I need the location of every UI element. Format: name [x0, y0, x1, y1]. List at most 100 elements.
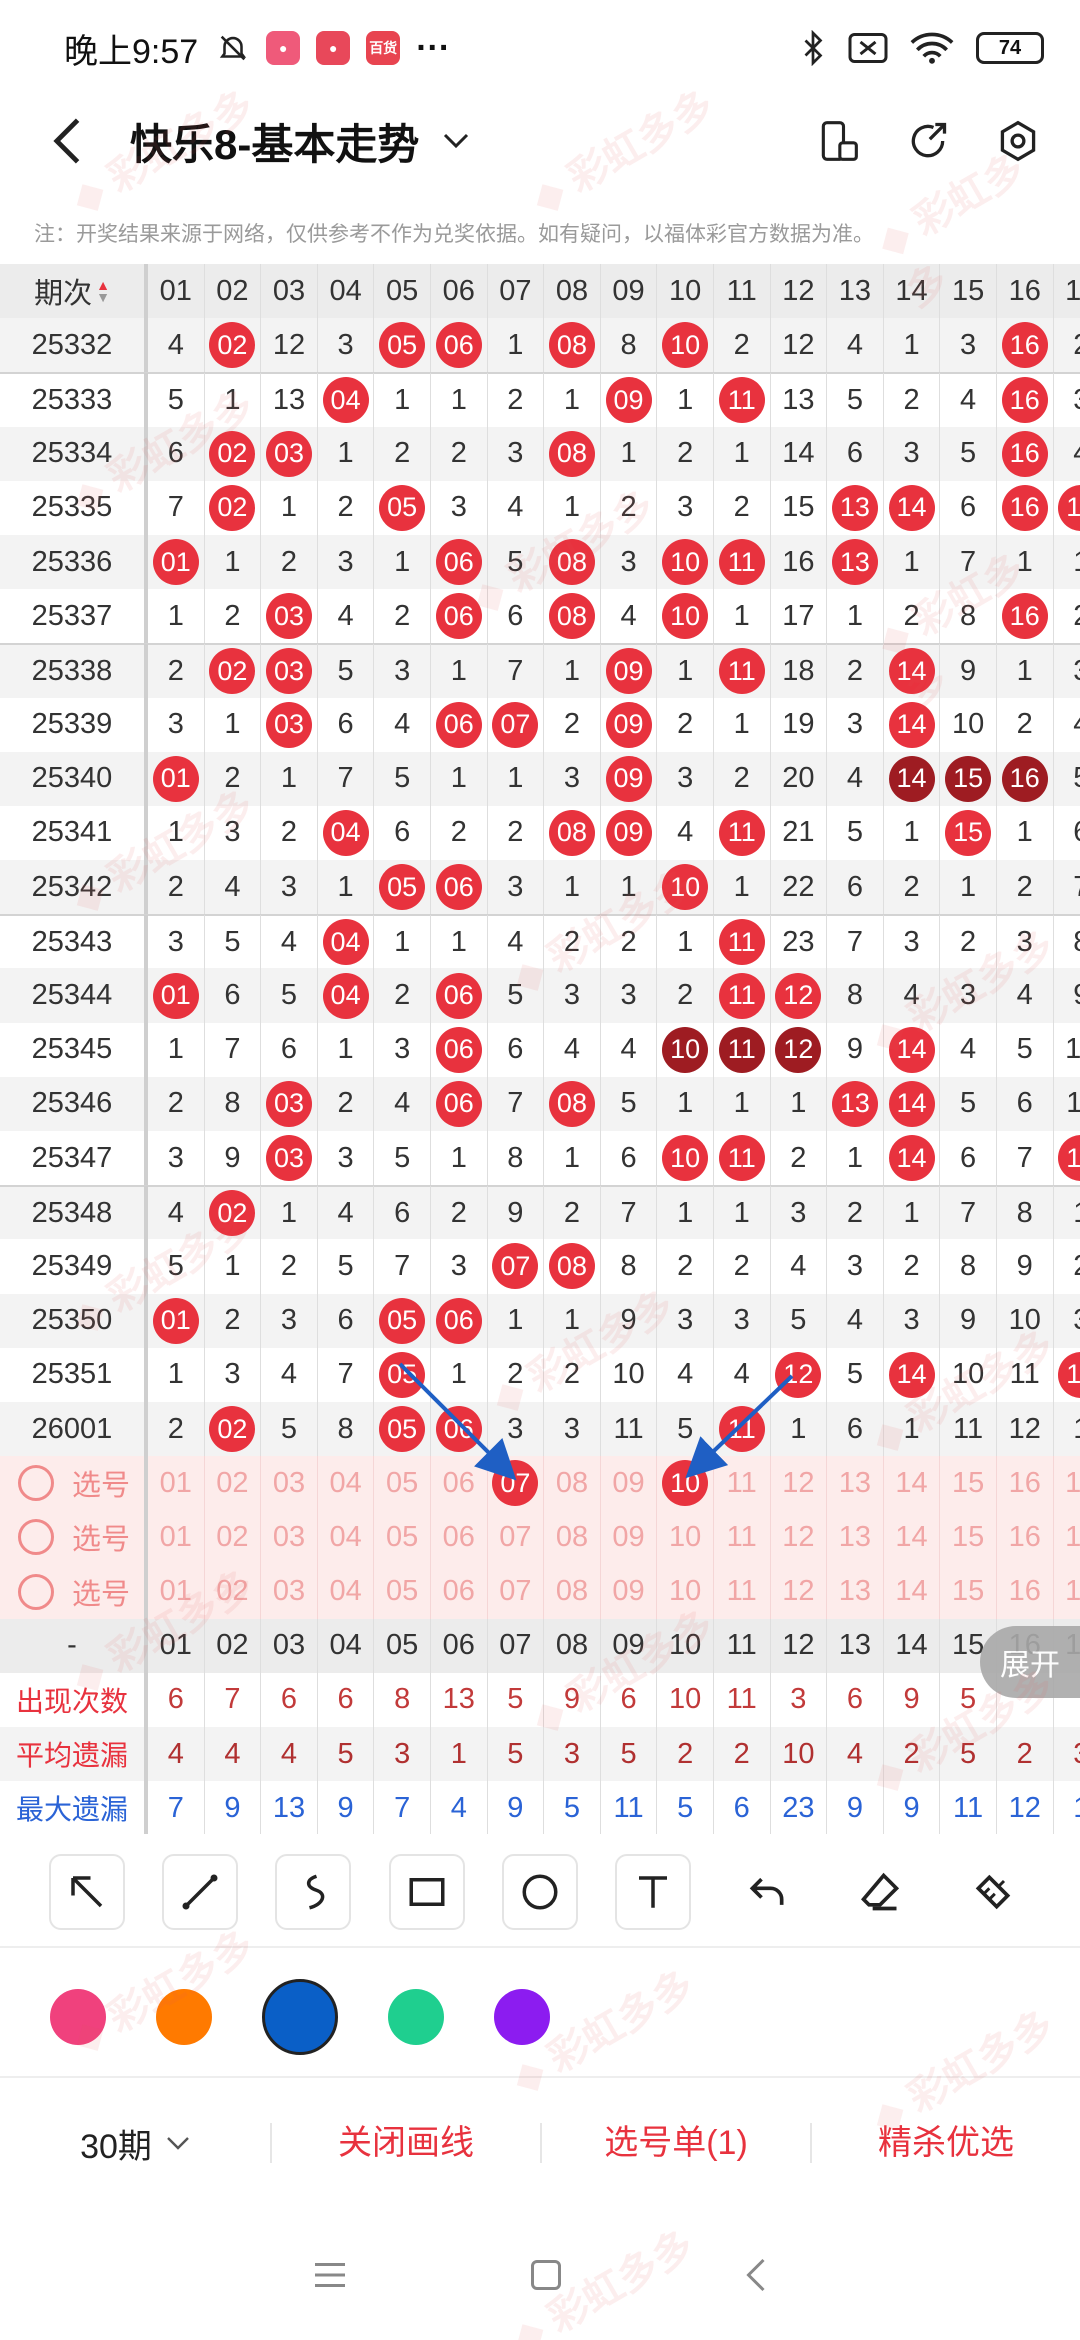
- line-tool-icon[interactable]: [161, 1854, 238, 1930]
- pick-number-cell[interactable]: 06: [431, 1564, 488, 1619]
- pick-number-cell[interactable]: 02: [205, 1510, 262, 1565]
- pick-number-cell[interactable]: 09: [601, 1456, 658, 1511]
- pick-number-cell[interactable]: 16: [997, 1510, 1054, 1565]
- pick-number-cell[interactable]: 12: [771, 1564, 828, 1619]
- clear-brush-icon[interactable]: [955, 1854, 1031, 1930]
- number-cell: 4: [544, 1022, 601, 1077]
- rectangle-tool-icon[interactable]: [388, 1854, 465, 1930]
- pick-number-cell[interactable]: 13: [827, 1456, 884, 1511]
- back-button[interactable]: [36, 109, 100, 173]
- curve-tool-icon[interactable]: [275, 1854, 352, 1930]
- pick-number-cell[interactable]: 14: [884, 1510, 941, 1565]
- color-swatch[interactable]: [388, 1989, 444, 2045]
- pick-number-cell[interactable]: 01: [148, 1510, 205, 1565]
- pick-number-cell[interactable]: 03: [261, 1456, 318, 1511]
- pick-number-cell[interactable]: 14: [884, 1456, 941, 1511]
- pick-number-cell[interactable]: 05: [374, 1456, 431, 1511]
- pick-number-cell[interactable]: 08: [544, 1456, 601, 1511]
- pick-number-cell[interactable]: 05: [374, 1564, 431, 1619]
- pick-number-cell[interactable]: 11: [714, 1456, 771, 1511]
- pick-number-cell[interactable]: 10: [657, 1564, 714, 1619]
- pick-number-cell[interactable]: 09: [601, 1510, 658, 1565]
- pick-number-cell[interactable]: 12: [771, 1456, 828, 1511]
- pick-number-cell[interactable]: 13: [827, 1564, 884, 1619]
- pick-number-cell[interactable]: 17: [1054, 1565, 1080, 1619]
- pick-number-cell[interactable]: 10: [657, 1456, 714, 1511]
- number-cell: 14: [884, 1076, 941, 1131]
- pick-number-cell[interactable]: 17: [1054, 1456, 1080, 1510]
- pick-number-cell[interactable]: 15: [940, 1510, 997, 1565]
- home-icon[interactable]: [528, 2257, 564, 2293]
- premium-pick-button[interactable]: 精杀优选: [810, 2123, 1080, 2163]
- pick-number-cell[interactable]: 15: [940, 1456, 997, 1511]
- pick-number-cell[interactable]: 06: [431, 1456, 488, 1511]
- pick-number-cell[interactable]: 13: [827, 1510, 884, 1565]
- pick-number-cell[interactable]: 04: [318, 1564, 375, 1619]
- trend-table: 期次 ▲▼ 0102030405060708091011121314151617…: [0, 264, 1080, 1834]
- drawn-ball: 06: [435, 972, 482, 1019]
- pick-number-cell[interactable]: 08: [544, 1510, 601, 1565]
- pick-number-cell[interactable]: 11: [714, 1510, 771, 1565]
- share-icon[interactable]: [906, 119, 950, 163]
- page-title[interactable]: 快乐8-基本走势: [130, 111, 419, 172]
- period-header[interactable]: 期次 ▲ ▼: [0, 264, 148, 319]
- pick-number-cell[interactable]: 02: [205, 1456, 262, 1511]
- pick-number-cell[interactable]: 01: [148, 1456, 205, 1511]
- text-tool-icon[interactable]: [615, 1854, 692, 1930]
- pick-number-cell[interactable]: 01: [148, 1564, 205, 1619]
- undo-icon[interactable]: [729, 1854, 805, 1930]
- pick-number-cell[interactable]: 05: [374, 1510, 431, 1565]
- radio-circle-icon[interactable]: [18, 1519, 54, 1556]
- number-cell: 13: [771, 373, 828, 428]
- pick-number-cell[interactable]: 09: [601, 1564, 658, 1619]
- pick-row-label[interactable]: 选号: [0, 1564, 148, 1619]
- period-selector[interactable]: 30期: [0, 2119, 270, 2168]
- pick-number-cell[interactable]: 11: [714, 1564, 771, 1619]
- circle-tool-icon[interactable]: [501, 1854, 578, 1930]
- pick-number-cell[interactable]: 03: [261, 1510, 318, 1565]
- color-swatch[interactable]: [262, 1979, 338, 2055]
- pick-row-label[interactable]: 选号: [0, 1510, 148, 1565]
- pick-number-cell[interactable]: 07: [488, 1456, 545, 1511]
- pick-number-cell[interactable]: 04: [318, 1456, 375, 1511]
- pick-number-cell[interactable]: 16: [997, 1456, 1054, 1511]
- color-swatch[interactable]: [156, 1989, 212, 2045]
- stats-value: 6: [318, 1672, 375, 1728]
- pick-number-cell[interactable]: 12: [771, 1510, 828, 1565]
- pick-number-cell[interactable]: 06: [431, 1510, 488, 1565]
- pick-number-cell[interactable]: 03: [261, 1564, 318, 1619]
- number-cell: 14: [884, 751, 941, 806]
- pick-row-label[interactable]: 选号: [0, 1456, 148, 1511]
- pick-number-cell[interactable]: 17: [1054, 1510, 1080, 1564]
- pick-number-cell[interactable]: 10: [657, 1510, 714, 1565]
- pick-number-cell[interactable]: 02: [205, 1564, 262, 1619]
- eraser-icon[interactable]: [842, 1854, 918, 1930]
- pick-number-cell[interactable]: 14: [884, 1564, 941, 1619]
- selected-pick-ball[interactable]: 07: [492, 1460, 539, 1507]
- pick-number-cell[interactable]: 15: [940, 1564, 997, 1619]
- rotate-screen-icon[interactable]: [816, 119, 860, 163]
- selected-pick-ball[interactable]: 10: [662, 1460, 709, 1507]
- pick-list-button[interactable]: 选号单(1): [540, 2123, 810, 2163]
- close-drawing-button[interactable]: 关闭画线: [270, 2123, 540, 2163]
- chevron-down-icon[interactable]: [443, 133, 469, 149]
- disclaimer-text: 注：开奖结果来源于网络，仅供参考不作为兑奖依据。如有疑问，以福体彩官方数据为准。: [34, 223, 874, 246]
- settings-gear-icon[interactable]: [996, 119, 1040, 163]
- drawn-ball: 14: [888, 1026, 935, 1073]
- pick-number-cell[interactable]: 07: [488, 1510, 545, 1565]
- period-cell: 25346: [0, 1076, 148, 1131]
- menu-icon[interactable]: [312, 2260, 348, 2290]
- radio-circle-icon[interactable]: [18, 1573, 54, 1610]
- number-cell: 03: [261, 697, 318, 752]
- drawn-ball: 06: [435, 864, 482, 911]
- color-swatch[interactable]: [494, 1989, 550, 2045]
- radio-circle-icon[interactable]: [18, 1465, 54, 1502]
- expand-button[interactable]: 展开: [980, 1626, 1080, 1698]
- back-nav-icon[interactable]: [744, 2257, 768, 2293]
- pick-number-cell[interactable]: 04: [318, 1510, 375, 1565]
- color-swatch[interactable]: [50, 1989, 106, 2045]
- arrow-tool-icon[interactable]: [48, 1854, 125, 1930]
- pick-number-cell[interactable]: 08: [544, 1564, 601, 1619]
- pick-number-cell[interactable]: 16: [997, 1564, 1054, 1619]
- pick-number-cell[interactable]: 07: [488, 1564, 545, 1619]
